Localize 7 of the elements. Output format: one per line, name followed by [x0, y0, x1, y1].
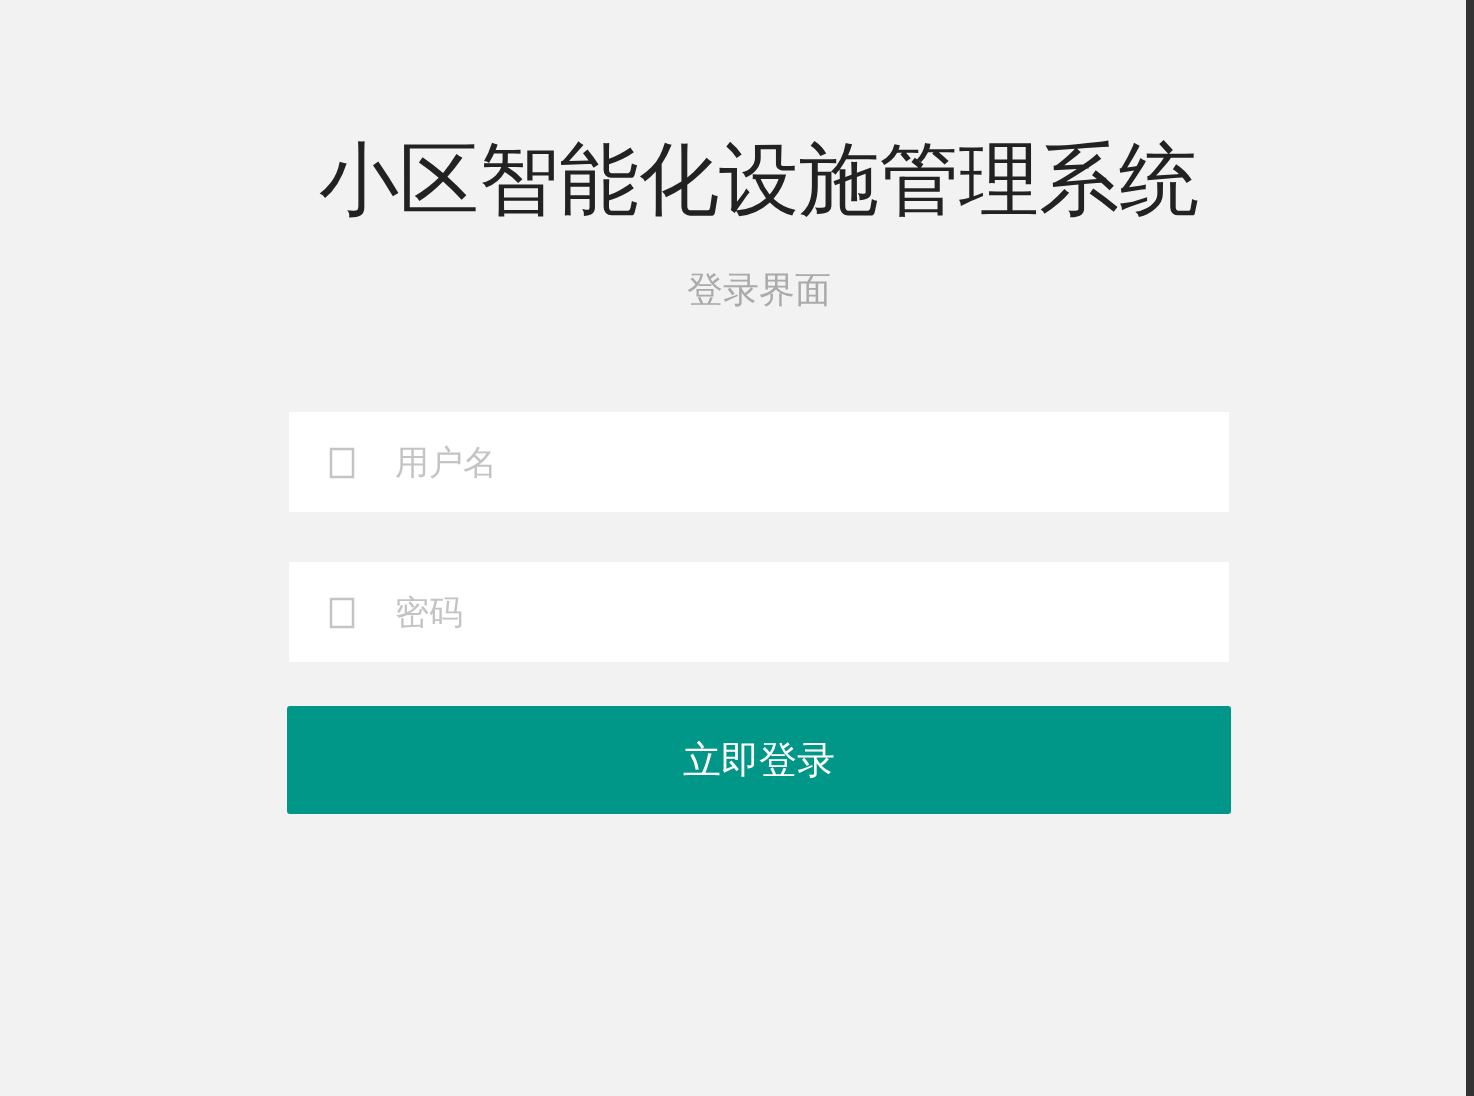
subtitle: 登录界面: [687, 268, 831, 312]
box-icon: [329, 597, 355, 629]
system-title: 小区智能化设施管理系统: [319, 132, 1199, 228]
box-icon: [329, 447, 355, 479]
input-field[interactable]: 密码: [289, 562, 1229, 662]
input-field[interactable]: 用户名: [289, 412, 1229, 512]
login-button[interactable]: 立即登录: [287, 706, 1231, 814]
